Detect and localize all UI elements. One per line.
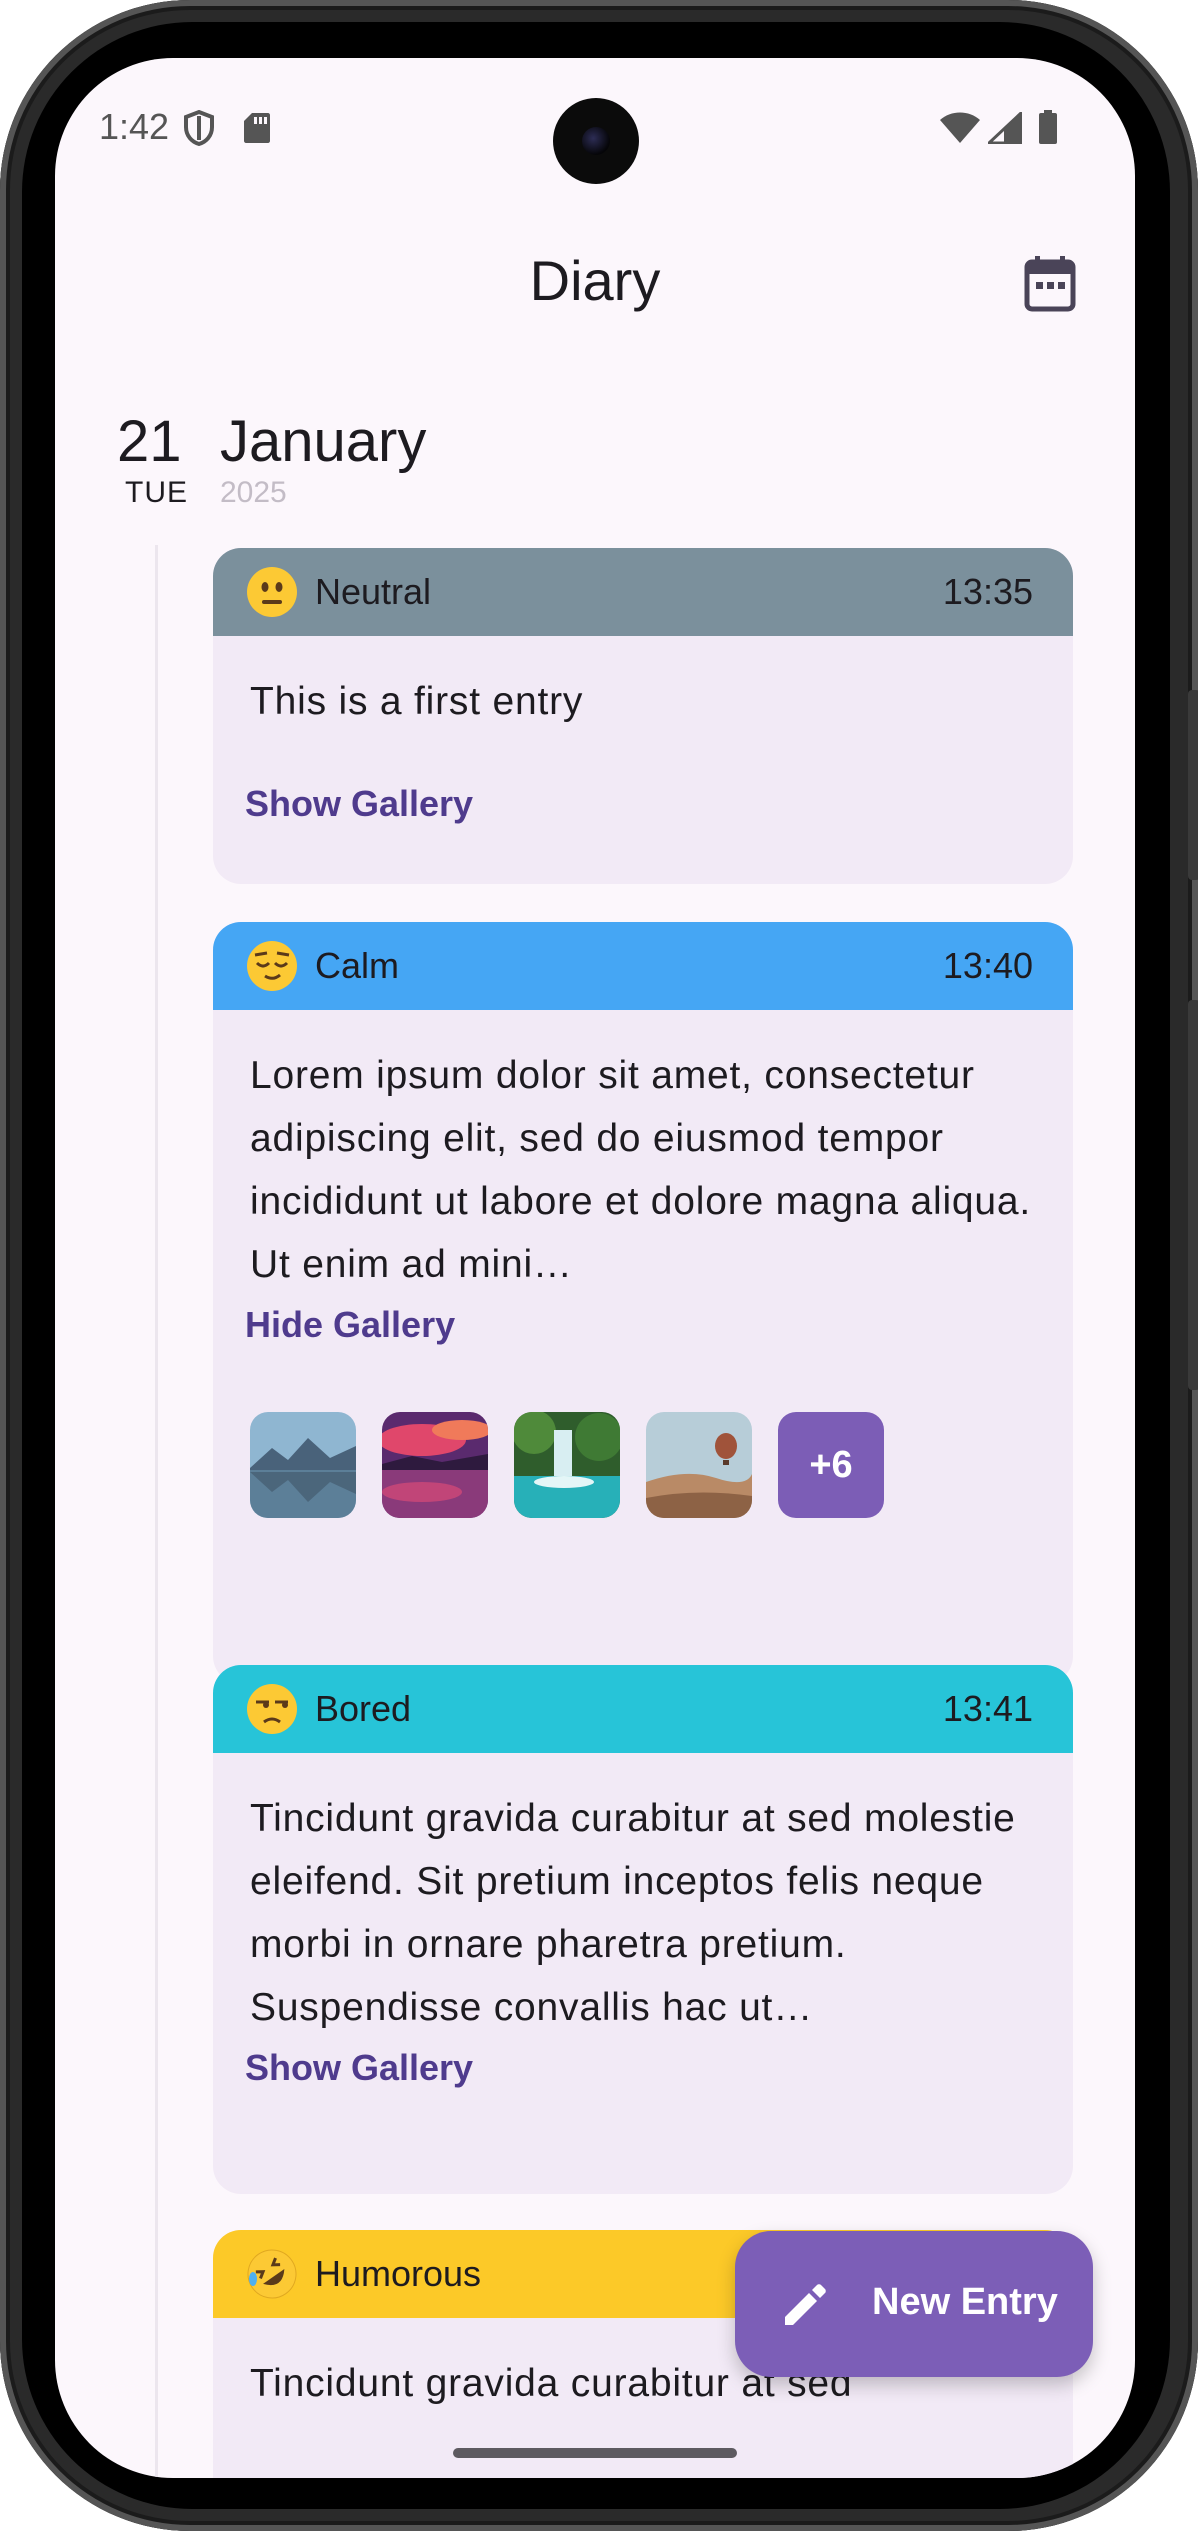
calendar-icon	[1024, 256, 1076, 312]
battery-icon	[1038, 110, 1058, 149]
date-year: 2025	[220, 476, 287, 509]
show-gallery-button[interactable]: Show Gallery	[213, 733, 1073, 825]
mood-label: Bored	[315, 1688, 412, 1729]
front-camera	[553, 98, 639, 184]
timeline-line	[155, 545, 158, 2478]
entry-text: Tincidunt gravida curabitur at sed moles…	[250, 1797, 1016, 2029]
hide-gallery-button[interactable]: Hide Gallery	[213, 1298, 1073, 1346]
power-button	[1188, 690, 1198, 880]
diary-entry-card[interactable]: Neutral 13:35 This is a first entry Show…	[213, 548, 1073, 884]
entry-header: Bored 13:41	[213, 1665, 1073, 1753]
entry-text: Lorem ipsum dolor sit amet, consectetur …	[250, 1054, 1032, 1286]
entry-time: 13:40	[942, 945, 1033, 986]
status-bar: 1:42	[55, 58, 1135, 198]
mood-label: Neutral	[315, 571, 432, 612]
calendar-button[interactable]	[1020, 253, 1080, 313]
signal-icon	[985, 109, 1023, 149]
entry-time: 13:35	[942, 571, 1033, 612]
gallery-more-button[interactable]: +6	[778, 1412, 884, 1518]
diary-entry-card[interactable]: Calm 13:40 Lorem ipsum dolor sit amet, c…	[213, 922, 1073, 1684]
entry-header: Neutral 13:35	[213, 548, 1073, 636]
show-gallery-button[interactable]: Show Gallery	[213, 2039, 1073, 2089]
date-month: January	[220, 409, 427, 474]
wifi-icon	[939, 112, 981, 149]
home-indicator[interactable]	[453, 2448, 737, 2458]
entry-header: Calm 13:40	[213, 922, 1073, 1010]
gallery-strip: +6	[213, 1346, 1073, 1518]
mood-label: Calm	[315, 945, 400, 986]
phone-frame: 1:42 Diary 21 TUE January 2025 Neutral 1…	[0, 0, 1198, 2531]
date-weekday: TUE	[125, 476, 188, 509]
pencil-icon	[785, 2284, 826, 2325]
unamused-face-icon	[247, 1684, 297, 1734]
sd-card-icon	[243, 112, 271, 149]
status-time: 1:42	[99, 106, 170, 147]
volume-button	[1188, 1000, 1198, 1390]
gallery-image-mountain-lake[interactable]	[250, 1412, 356, 1518]
shield-icon	[183, 109, 215, 151]
gallery-image-waterfall[interactable]	[514, 1412, 620, 1518]
rolling-laughing-face-icon	[247, 2249, 297, 2299]
screen: 1:42 Diary 21 TUE January 2025 Neutral 1…	[55, 58, 1135, 2478]
entry-time: 13:41	[942, 1688, 1033, 1729]
new-entry-button[interactable]: New Entry	[735, 2231, 1093, 2377]
gallery-image-sunset[interactable]	[382, 1412, 488, 1518]
neutral-face-icon	[247, 567, 297, 617]
gallery-image-balloon[interactable]	[646, 1412, 752, 1518]
diary-entry-card[interactable]: Bored 13:41 Tincidunt gravida curabitur …	[213, 1665, 1073, 2194]
app-title: Diary	[529, 249, 661, 312]
new-entry-label: New Entry	[872, 2281, 1058, 2323]
date-day: 21	[117, 409, 182, 474]
entry-text: This is a first entry	[250, 680, 584, 723]
relieved-face-icon	[247, 941, 297, 991]
